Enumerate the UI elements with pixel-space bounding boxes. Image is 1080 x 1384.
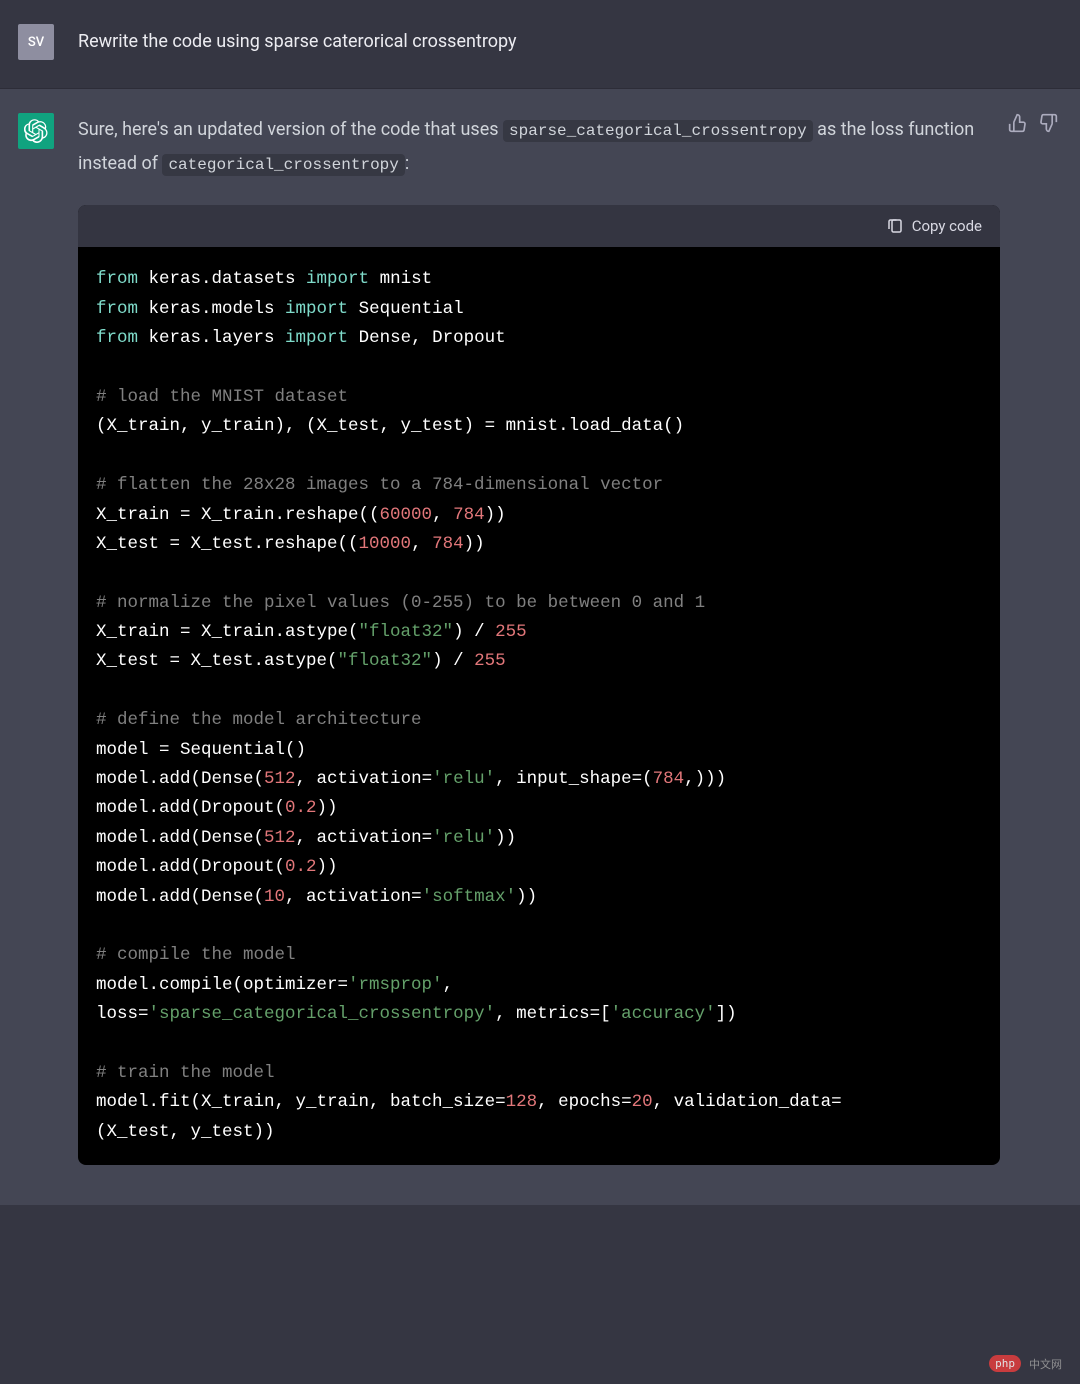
inline-code-1: sparse_categorical_crossentropy [503,120,813,142]
assistant-content: Sure, here's an updated version of the c… [78,113,1000,1165]
watermark-badge: php [989,1355,1021,1372]
assistant-intro-1: Sure, here's an updated version of the c… [78,119,503,140]
user-avatar: SV [18,24,54,60]
code-block: Copy code from keras.datasets import mni… [78,205,1000,1165]
clipboard-icon [886,217,904,235]
user-message: SV Rewrite the code using sparse cateror… [0,0,1080,89]
watermark-text: 中文网 [1029,1356,1062,1372]
user-prompt: Rewrite the code using sparse caterorica… [78,24,1000,57]
code-body[interactable]: from keras.datasets import mnist from ke… [78,247,1000,1165]
assistant-message: Sure, here's an updated version of the c… [0,89,1080,1205]
code-header: Copy code [78,205,1000,247]
assistant-avatar [18,113,54,149]
thumbs-up-icon[interactable] [1008,113,1028,133]
copy-code-label: Copy code [912,217,982,235]
user-content: Rewrite the code using sparse caterorica… [78,24,1000,60]
assistant-text: Sure, here's an updated version of the c… [78,113,1000,181]
copy-code-button[interactable]: Copy code [886,217,982,235]
watermark: php 中文网 [989,1355,1062,1372]
assistant-intro-3: : [405,153,409,174]
feedback-icons [1008,113,1058,133]
openai-logo-icon [24,119,48,143]
thumbs-down-icon[interactable] [1038,113,1058,133]
inline-code-2: categorical_crossentropy [162,154,404,176]
